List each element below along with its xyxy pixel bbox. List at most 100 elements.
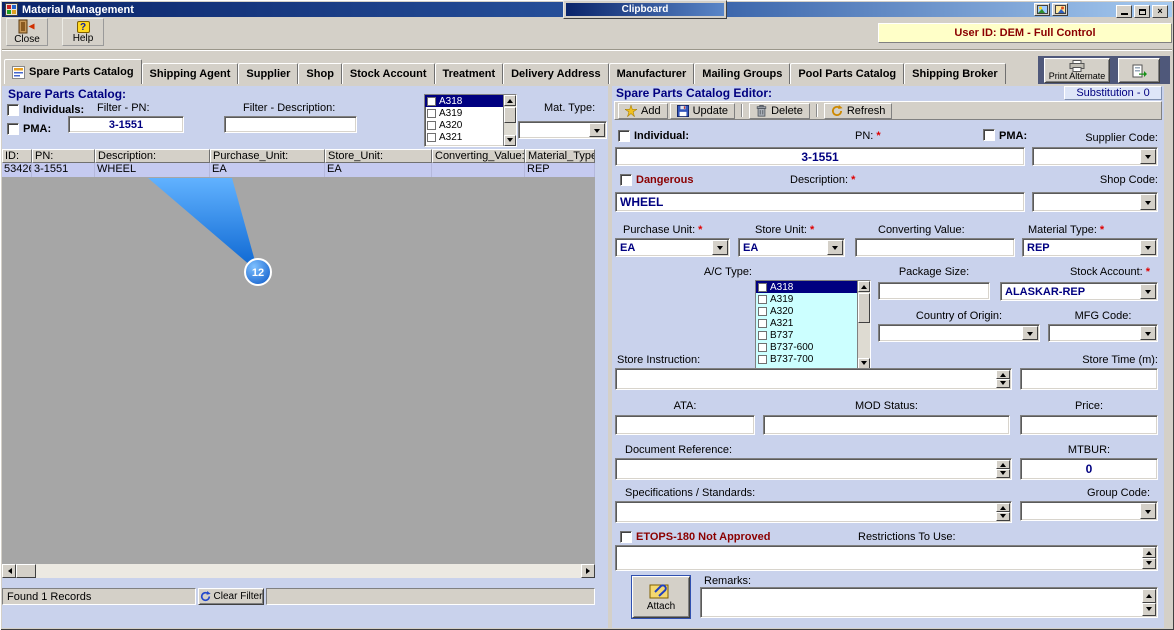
individuals-checkbox[interactable] [7, 104, 19, 116]
checkbox[interactable] [427, 133, 436, 142]
checkbox[interactable] [758, 295, 767, 304]
dropdown-arrow-icon[interactable] [1140, 194, 1156, 210]
table-row[interactable]: 534263-1551WHEELEAEAREP [2, 163, 595, 177]
clipboard-window[interactable]: Clipboard [563, 0, 727, 19]
spinner-up-icon[interactable] [1142, 589, 1156, 603]
group-code-select[interactable] [1020, 501, 1158, 521]
column-header-purchaseunit[interactable]: Purchase_Unit: [210, 149, 325, 163]
purchase-unit-select[interactable]: EA [615, 238, 730, 257]
filter-ac-type-listbox[interactable]: A318A319A320A321 [424, 94, 517, 147]
editor-ac-item-a319[interactable]: A319 [756, 293, 857, 305]
editor-ac-item-b737-600[interactable]: B737-600 [756, 341, 857, 353]
filter-ac-item-a319[interactable]: A319 [425, 107, 503, 119]
editor-ac-item-a321[interactable]: A321 [756, 317, 857, 329]
clipboard-title-bar[interactable]: Clipboard [566, 3, 724, 16]
tab-mailing-groups[interactable]: Mailing Groups [694, 63, 790, 84]
dropdown-arrow-icon[interactable] [1140, 326, 1156, 340]
titlebar-picture-button-2[interactable] [1052, 3, 1068, 16]
individual-checkbox[interactable] [618, 130, 630, 142]
scroll-thumb[interactable] [16, 564, 36, 578]
column-header-id[interactable]: ID: [2, 149, 32, 163]
listbox-scrollbar[interactable] [503, 95, 516, 146]
editor-ac-item-a320[interactable]: A320 [756, 305, 857, 317]
scroll-down-icon[interactable] [504, 135, 516, 146]
tab-shipping-agent[interactable]: Shipping Agent [142, 63, 239, 84]
filter-ac-item-a318[interactable]: A318 [425, 95, 503, 107]
checkbox[interactable] [758, 343, 767, 352]
store-time-input[interactable] [1020, 368, 1158, 390]
column-header-materialtype[interactable]: Material_Type: [525, 149, 595, 163]
pn-input[interactable]: 3-1551 [615, 147, 1025, 166]
filter-ac-item-a320[interactable]: A320 [425, 119, 503, 131]
substitution-counter[interactable]: Substitution - 0 [1064, 86, 1162, 100]
mat-type-select[interactable] [518, 121, 607, 139]
tab-pool-parts-catalog[interactable]: Pool Parts Catalog [790, 63, 904, 84]
stock-account-select[interactable]: ALASKAR-REP [1000, 282, 1158, 301]
tab-shop[interactable]: Shop [298, 63, 342, 84]
listbox-scrollbar[interactable] [857, 281, 870, 369]
checkbox[interactable] [758, 331, 767, 340]
ata-input[interactable] [615, 415, 755, 435]
checkbox[interactable] [427, 109, 436, 118]
dropdown-arrow-icon[interactable] [589, 123, 605, 137]
titlebar-picture-button-1[interactable] [1034, 3, 1050, 16]
clear-filter-button[interactable]: Clear Filter [198, 588, 264, 605]
store-instruction-input[interactable] [615, 368, 1012, 390]
dropdown-arrow-icon[interactable] [1140, 284, 1156, 299]
spinner-up-icon[interactable] [996, 460, 1010, 469]
checkbox[interactable] [758, 355, 767, 364]
close-button[interactable]: Close [6, 18, 48, 46]
tab-spare-parts-catalog[interactable]: Spare Parts Catalog [4, 59, 142, 84]
column-header-convertingvalue[interactable]: Converting_Value: [432, 149, 525, 163]
column-header-pn[interactable]: PN: [32, 149, 95, 163]
checkbox[interactable] [758, 319, 767, 328]
editor-ac-item-b737[interactable]: B737 [756, 329, 857, 341]
spinner-up-icon[interactable] [996, 370, 1010, 379]
shop-code-select[interactable] [1032, 192, 1158, 212]
column-header-description[interactable]: Description: [95, 149, 210, 163]
remarks-input[interactable] [700, 587, 1158, 618]
tab-supplier[interactable]: Supplier [238, 63, 298, 84]
pma-filter-checkbox[interactable] [7, 123, 19, 135]
scroll-thumb[interactable] [504, 107, 516, 123]
tab-delivery-address[interactable]: Delivery Address [503, 63, 608, 84]
document-reference-input[interactable] [615, 458, 1012, 480]
spinner-down-icon[interactable] [1142, 603, 1156, 617]
tab-shipping-broker[interactable]: Shipping Broker [904, 63, 1006, 84]
refresh-button[interactable]: Refresh [824, 103, 893, 119]
add-button[interactable]: Add [618, 103, 668, 119]
restore-button-icon[interactable] [1134, 5, 1150, 18]
store-unit-select[interactable]: EA [738, 238, 845, 257]
package-size-input[interactable] [878, 282, 990, 300]
tab-manufacturer[interactable]: Manufacturer [609, 63, 695, 84]
close-window-icon[interactable]: × [1152, 5, 1168, 18]
restrictions-input[interactable] [615, 545, 1158, 571]
dropdown-arrow-icon[interactable] [1022, 326, 1038, 340]
country-of-origin-select[interactable] [878, 324, 1040, 342]
specifications-input[interactable] [615, 501, 1012, 523]
results-grid-empty-area[interactable] [2, 177, 595, 564]
print-alternate-button[interactable]: Print Alternate [1044, 58, 1110, 83]
filter-pn-input[interactable]: 3-1551 [68, 116, 184, 133]
dropdown-arrow-icon[interactable] [712, 240, 728, 255]
checkbox[interactable] [427, 121, 436, 130]
etops-checkbox[interactable] [620, 531, 632, 543]
dropdown-arrow-icon[interactable] [1140, 149, 1156, 164]
dropdown-arrow-icon[interactable] [1140, 503, 1156, 519]
spinner-down-icon[interactable] [1142, 558, 1156, 569]
mod-status-input[interactable] [763, 415, 1010, 435]
scroll-left-icon[interactable] [2, 564, 16, 578]
editor-ac-type-listbox[interactable]: A318A319A320A321B737B737-600B737-700 [755, 280, 871, 370]
horizontal-scrollbar[interactable] [2, 564, 595, 578]
minimize-button-icon[interactable] [1116, 5, 1132, 18]
tab-treatment[interactable]: Treatment [435, 63, 504, 84]
pma-checkbox[interactable] [983, 129, 995, 141]
editor-ac-item-a318[interactable]: A318 [756, 281, 857, 293]
description-input[interactable]: WHEEL [615, 192, 1025, 212]
spinner-down-icon[interactable] [996, 379, 1010, 388]
attach-button[interactable]: Attach [632, 576, 690, 618]
converting-value-input[interactable] [855, 238, 1015, 257]
spinner-up-icon[interactable] [996, 503, 1010, 512]
scroll-right-icon[interactable] [581, 564, 595, 578]
help-button[interactable]: ? Help [62, 18, 104, 46]
